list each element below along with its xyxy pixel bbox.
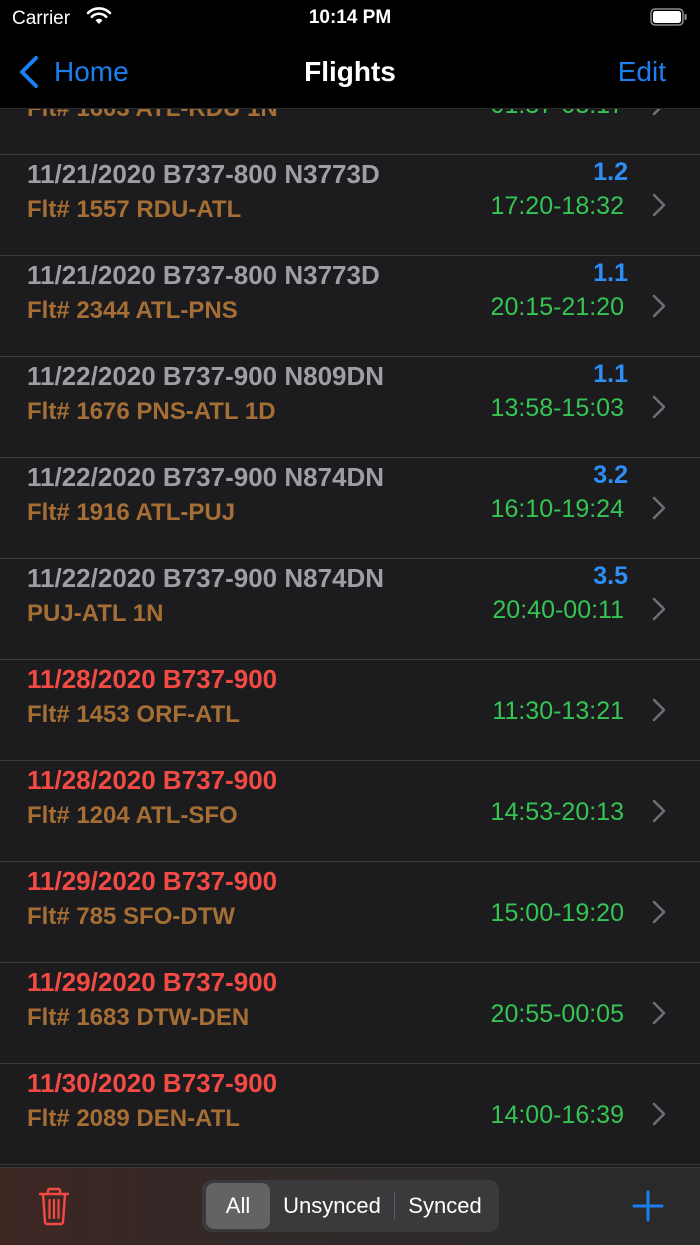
flight-times: 14:00-16:39	[490, 1101, 624, 1129]
flight-date-aircraft: 11/29/2020 B737-900	[27, 967, 278, 997]
flight-number-route: Flt# 1557 RDU-ATL	[27, 196, 242, 223]
flight-row[interactable]: 11/29/2020 B737-900 Flt# 1683 DTW-DEN 20:5…	[0, 963, 700, 1064]
flight-row[interactable]: 11/30/2020 B737-900 Flt# 2089 DEN-ATL 14:0…	[0, 1064, 700, 1165]
flight-row[interactable]: 11/28/2020 B737-900 Flt# 1453 ORF-ATL 11:3…	[0, 660, 700, 761]
flight-row[interactable]: 11/22/2020 B737-900 N874DN Flt# 1916 ATL-…	[0, 458, 700, 559]
disclosure-chevron-icon	[652, 193, 666, 217]
disclosure-chevron-icon	[652, 597, 666, 621]
flight-number-route: Flt# 1683 DTW-DEN	[27, 1004, 250, 1031]
disclosure-chevron-icon	[652, 1102, 666, 1126]
bottom-toolbar: All Unsynced Synced	[0, 1167, 700, 1245]
flight-times: 20:15-21:20	[490, 293, 624, 321]
flight-number-route: Flt# 1453 ORF-ATL	[27, 701, 240, 728]
flight-date-aircraft: 11/22/2020 B737-900 N809DN	[27, 361, 385, 391]
flight-row[interactable]: 11/28/2020 B737-900 Flt# 1204 ATL-SFO 14:5…	[0, 761, 700, 862]
plus-icon[interactable]	[632, 1190, 664, 1222]
flight-times: 20:55-00:05	[490, 1000, 624, 1028]
flight-hours: 3.2	[593, 461, 628, 489]
navigation-bar: Home Flights Edit	[0, 36, 700, 109]
flight-date-aircraft: 11/22/2020 B737-900 N874DN	[27, 563, 385, 593]
flight-row[interactable]: 11/29/2020 B737-900 Flt# 785 SFO-DTW 15:00…	[0, 862, 700, 963]
flight-times: 11:30-13:21	[492, 697, 624, 725]
flight-row[interactable]: 11/22/2020 B737-900 N874DN PUJ-ATL 1N 3.5 2…	[0, 559, 700, 660]
flight-date-aircraft: 11/28/2020 B737-900	[27, 765, 278, 795]
sync-filter-segmented-control: All Unsynced Synced	[202, 1180, 499, 1232]
page-title: Flights	[304, 56, 396, 87]
flight-number-route: Flt# 1676 PNS-ATL 1D	[27, 398, 276, 425]
flight-date-aircraft: 11/22/2020 B737-900 N874DN	[27, 462, 385, 492]
flight-date-aircraft: 11/21/2020 B737-800 N3773D	[27, 260, 380, 290]
status-time: 10:14 PM	[308, 7, 392, 28]
flight-row[interactable]: 11/21/2020 B737-800 N3773D Flt# 2344 ATL-…	[0, 256, 700, 357]
trash-icon[interactable]	[36, 1186, 72, 1226]
flight-number-route: Flt# 2089 DEN-ATL	[27, 1105, 240, 1132]
flight-number-route: PUJ-ATL 1N	[27, 600, 164, 627]
disclosure-chevron-icon	[652, 294, 666, 318]
flight-hours: 1.1	[593, 259, 628, 287]
disclosure-chevron-icon	[652, 395, 666, 419]
disclosure-chevron-icon	[652, 799, 666, 823]
disclosure-chevron-icon	[652, 900, 666, 924]
flight-date-aircraft: 11/21/2020 B737-800 N3773D	[27, 159, 380, 189]
flight-times: 20:40-00:11	[492, 596, 624, 624]
flight-date-aircraft: 11/28/2020 B737-900	[27, 664, 278, 694]
battery-icon	[650, 8, 687, 26]
disclosure-chevron-icon	[652, 698, 666, 722]
flight-hours: 1.1	[593, 360, 628, 388]
flight-number-route: Flt# 1916 ATL-PUJ	[27, 499, 236, 526]
flight-number-route: Flt# 785 SFO-DTW	[27, 903, 236, 930]
flight-date-aircraft: 11/30/2020 B737-900	[27, 1068, 278, 1098]
flight-hours: 1.2	[593, 158, 628, 186]
status-bar: Carrier 10:14 PM	[0, 0, 700, 36]
disclosure-chevron-icon	[652, 1001, 666, 1025]
flight-times: 17:20-18:32	[490, 192, 624, 220]
flight-row[interactable]: 11/22/2020 B737-900 N809DN Flt# 1676 PNS-…	[0, 357, 700, 458]
edit-button[interactable]: Edit	[618, 56, 666, 88]
flight-number-route: Flt# 2344 ATL-PNS	[27, 297, 238, 324]
flight-date-aircraft: 11/29/2020 B737-900	[27, 866, 278, 896]
segment-unsynced[interactable]: Unsynced	[270, 1183, 394, 1229]
flight-times: 15:00-19:20	[490, 899, 624, 927]
flight-list: Flt# 1603 ATL-RDU 1N01:37-03:1711/21/202…	[0, 54, 700, 1165]
flight-number-route: Flt# 1204 ATL-SFO	[27, 802, 238, 829]
disclosure-chevron-icon	[652, 496, 666, 520]
segment-synced[interactable]: Synced	[395, 1183, 495, 1229]
segment-all[interactable]: All	[206, 1183, 270, 1229]
flight-row[interactable]: 11/21/2020 B737-800 N3773D Flt# 1557 RDU-…	[0, 155, 700, 256]
flight-times: 14:53-20:13	[490, 798, 624, 826]
flight-hours: 3.5	[593, 562, 628, 590]
flight-times: 13:58-15:03	[490, 394, 624, 422]
flight-times: 16:10-19:24	[490, 495, 624, 523]
